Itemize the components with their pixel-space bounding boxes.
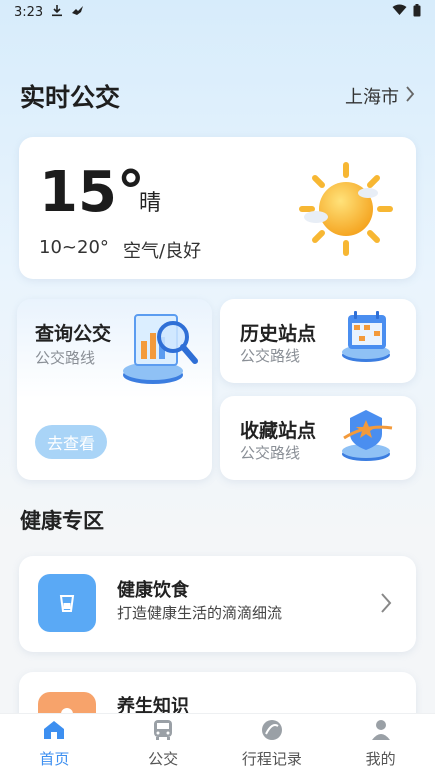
tab-profile[interactable]: 我的 (326, 714, 435, 773)
tab-bus[interactable]: 公交 (109, 714, 218, 773)
favorite-stations-subtitle: 公交路线 (240, 444, 301, 462)
weather-condition: 晴 (139, 191, 162, 216)
history-stations-subtitle: 公交路线 (240, 347, 301, 365)
favorite-stations-title: 收藏站点 (240, 420, 317, 442)
sun-cloud-icon (296, 159, 396, 259)
list-item-healthy-diet[interactable]: 健康饮食 打造健康生活的滴滴细流 (19, 556, 416, 652)
city-selector[interactable]: 上海市 (345, 83, 415, 109)
query-bus-card[interactable]: 查询公交 公交路线 去查看 (17, 299, 212, 480)
download-icon (51, 4, 63, 21)
temperature-range: 10~20° (39, 237, 109, 258)
bus-icon (152, 719, 174, 745)
temperature: 15° (39, 160, 145, 225)
calendar-icon (338, 307, 398, 369)
record-icon (261, 719, 283, 745)
list-item-title: 健康饮食 (117, 580, 189, 601)
view-button[interactable]: 去查看 (35, 425, 107, 459)
home-icon (42, 719, 66, 745)
tab-records[interactable]: 行程记录 (218, 714, 327, 773)
tab-home[interactable]: 首页 (0, 714, 109, 773)
header: 实时公交 上海市 (20, 78, 415, 114)
cup-icon (38, 574, 96, 632)
tab-label: 我的 (365, 749, 396, 768)
tab-label: 行程记录 (241, 749, 302, 768)
query-bus-subtitle: 公交路线 (35, 349, 96, 367)
chevron-right-icon (380, 592, 392, 618)
wifi-icon (392, 4, 407, 20)
history-stations-title: 历史站点 (240, 323, 317, 345)
weather-card: 15° 晴 10~20° 空气/良好 (19, 137, 416, 279)
health-section-title: 健康专区 (20, 509, 104, 533)
tab-bar: 首页 公交 行程记录 我的 (0, 713, 435, 773)
battery-icon (413, 3, 421, 21)
city-label: 上海市 (345, 87, 399, 108)
chevron-right-icon (405, 85, 415, 108)
list-item-subtitle: 打造健康生活的滴滴细流 (117, 604, 283, 622)
tab-label: 公交 (148, 749, 179, 768)
page-title: 实时公交 (20, 83, 121, 112)
bird-icon (71, 4, 84, 21)
star-badge-icon (338, 404, 398, 468)
user-icon (370, 719, 392, 745)
history-stations-card[interactable]: 历史站点 公交路线 (220, 299, 416, 383)
query-bus-title: 查询公交 (35, 323, 112, 345)
status-time: 3:23 (14, 4, 44, 20)
favorite-stations-card[interactable]: 收藏站点 公交路线 (220, 396, 416, 480)
status-bar: 3:23 (0, 0, 435, 24)
chart-magnifier-icon (121, 307, 205, 393)
air-quality: 空气/良好 (123, 241, 202, 262)
tab-label: 首页 (39, 749, 70, 768)
